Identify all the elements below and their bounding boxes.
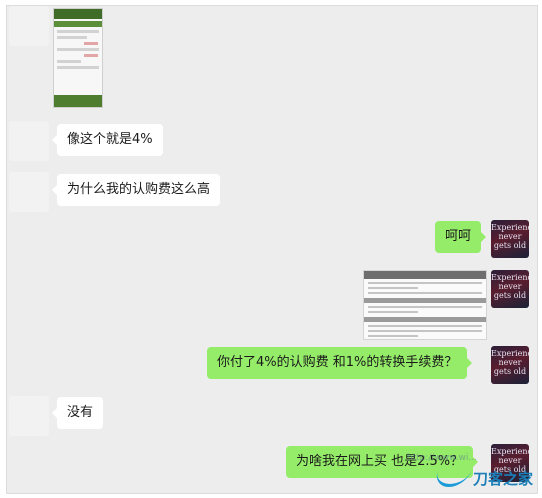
contact-avatar[interactable]	[9, 396, 49, 436]
message-bubble[interactable]: 为什么我的认购费这么高	[51, 174, 221, 206]
watermark-url: http://www.wi...	[406, 453, 477, 463]
contact-avatar[interactable]	[9, 172, 49, 212]
message-bubble[interactable]: 像这个就是4%	[52, 124, 163, 156]
my-avatar[interactable]: Experience never gets old	[491, 270, 529, 308]
chat-window: 像这个就是4% 为什么我的认购费这么高 呵呵 Experience never …	[6, 5, 538, 494]
message-bubble[interactable]: 没有	[51, 397, 104, 429]
order-screenshot-image[interactable]	[363, 270, 487, 340]
watermark-site-name: 刀客之家	[472, 469, 533, 488]
watermark-logo-icon	[431, 469, 473, 487]
message-bubble[interactable]: 你付了4%的认购费 和1%的转换手续费？	[207, 347, 473, 379]
my-avatar[interactable]: Experience never gets old	[491, 346, 529, 384]
contact-avatar[interactable]	[9, 121, 49, 161]
trade-screenshot-image[interactable]	[53, 8, 103, 108]
my-avatar[interactable]: Experience never gets old	[491, 220, 529, 258]
contact-avatar[interactable]	[9, 6, 49, 46]
site-watermark: 刀客之家	[431, 465, 533, 491]
message-bubble[interactable]: 呵呵	[435, 221, 487, 253]
